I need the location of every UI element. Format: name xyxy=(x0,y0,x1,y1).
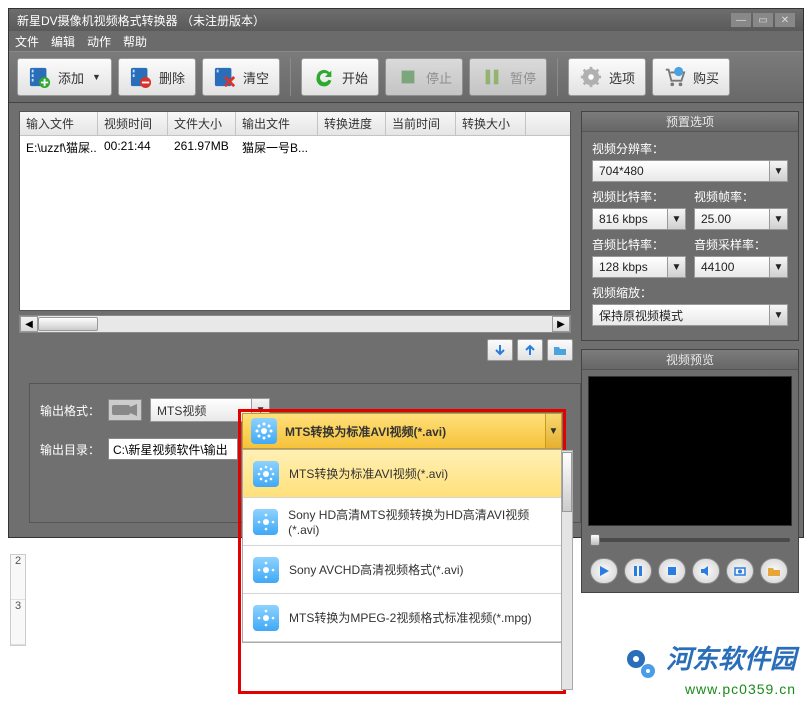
format-icon xyxy=(253,509,278,535)
open-folder-button[interactable] xyxy=(547,339,573,361)
clear-button[interactable]: 清空 xyxy=(202,58,280,96)
folder-button[interactable] xyxy=(760,558,788,584)
preset-panel: 预置选项 视频分辨率： 704*480▼ 视频比特率： 816 kbps▼ 视频… xyxy=(581,111,799,341)
scroll-right-icon[interactable]: ▶ xyxy=(552,316,570,332)
format-option[interactable]: MTS转换为标准AVI视频(*.avi) xyxy=(243,450,561,498)
output-format-label: 输出格式： xyxy=(40,402,100,419)
menu-help[interactable]: 帮助 xyxy=(123,33,147,50)
cart-icon xyxy=(663,65,687,89)
table-row[interactable]: E:\uzzf\猫屎... 00:21:44 261.97MB 猫屎一号B... xyxy=(20,136,570,159)
start-button[interactable]: 开始 xyxy=(301,58,379,96)
camcorder-icon xyxy=(108,399,142,421)
film-clear-icon xyxy=(213,65,237,89)
buy-button[interactable]: 购买 xyxy=(652,58,730,96)
move-down-button[interactable] xyxy=(487,339,513,361)
titlebar[interactable]: 新星DV摄像机视频格式转换器 （未注册版本） — ▭ ✕ xyxy=(9,9,803,31)
snapshot-button[interactable] xyxy=(726,558,754,584)
video-preview xyxy=(588,376,792,526)
chevron-down-icon: ▼ xyxy=(545,414,561,448)
scroll-left-icon[interactable]: ◀ xyxy=(20,316,38,332)
chevron-down-icon: ▼ xyxy=(667,209,685,229)
stop-button[interactable]: 停止 xyxy=(385,58,463,96)
preview-title: 视频预览 xyxy=(582,350,798,370)
menu-file[interactable]: 文件 xyxy=(15,33,39,50)
dropdown-arrow-icon: ▼ xyxy=(92,72,101,82)
column-duration[interactable]: 视频时间 xyxy=(98,112,168,135)
zoom-label: 视频缩放： xyxy=(592,284,788,301)
format-icon xyxy=(253,461,279,487)
delete-button[interactable]: 删除 xyxy=(118,58,196,96)
menubar: 文件 编辑 动作 帮助 xyxy=(9,31,803,51)
stop-preview-button[interactable] xyxy=(658,558,686,584)
add-button[interactable]: 添加▼ xyxy=(17,58,112,96)
abitrate-select[interactable]: 128 kbps▼ xyxy=(592,256,686,278)
menu-edit[interactable]: 编辑 xyxy=(51,33,75,50)
close-button[interactable]: ✕ xyxy=(775,13,795,27)
fps-label: 视频帧率： xyxy=(694,188,788,205)
watermark: 河东软件园 www.pc0359.cn xyxy=(624,639,796,697)
fps-select[interactable]: 25.00▼ xyxy=(694,208,788,230)
output-dir-input[interactable] xyxy=(108,438,238,460)
format-icon xyxy=(253,557,279,583)
vbitrate-label: 视频比特率： xyxy=(592,188,686,205)
toolbar: 添加▼ 删除 清空 开始 停止 暂停 选项 购买 xyxy=(9,51,803,103)
seek-slider[interactable] xyxy=(590,538,790,542)
format-option[interactable]: Sony HD高清MTS视频转换为HD高清AVI视频(*.avi) xyxy=(243,498,561,546)
chevron-down-icon: ▼ xyxy=(769,209,787,229)
pause-button[interactable]: 暂停 xyxy=(469,58,547,96)
window-title: 新星DV摄像机视频格式转换器 （未注册版本） xyxy=(17,12,265,29)
film-delete-icon xyxy=(129,65,153,89)
column-input[interactable]: 输入文件 xyxy=(20,112,98,135)
chevron-down-icon: ▼ xyxy=(769,161,787,181)
column-output[interactable]: 输出文件 xyxy=(236,112,318,135)
file-table: 输入文件 视频时间 文件大小 输出文件 转换进度 当前时间 转换大小 E:\uz… xyxy=(19,111,571,311)
table-header: 输入文件 视频时间 文件大小 输出文件 转换进度 当前时间 转换大小 xyxy=(20,112,570,136)
scroll-thumb[interactable] xyxy=(38,317,98,331)
format-icon xyxy=(251,418,277,444)
column-progress[interactable]: 转换进度 xyxy=(318,112,386,135)
preset-title: 预置选项 xyxy=(582,112,798,132)
watermark-url: www.pc0359.cn xyxy=(624,681,796,697)
format-option[interactable]: Sony AVCHD高清视频格式(*.avi) xyxy=(243,546,561,594)
dropdown-scrollbar[interactable] xyxy=(561,450,573,690)
gear-icon xyxy=(579,65,603,89)
horizontal-scrollbar[interactable]: ◀ ▶ xyxy=(19,315,571,333)
play-button[interactable] xyxy=(590,558,618,584)
asample-select[interactable]: 44100▼ xyxy=(694,256,788,278)
options-button[interactable]: 选项 xyxy=(568,58,646,96)
resolution-select[interactable]: 704*480▼ xyxy=(592,160,788,182)
stop-icon xyxy=(396,65,420,89)
output-dir-label: 输出目录： xyxy=(40,441,100,458)
format-option[interactable]: MTS转换为MPEG-2视频格式标准视频(*.mpg) xyxy=(243,594,561,642)
chevron-down-icon: ▼ xyxy=(667,257,685,277)
slider-thumb[interactable] xyxy=(590,534,600,546)
volume-button[interactable] xyxy=(692,558,720,584)
maximize-button[interactable]: ▭ xyxy=(753,13,773,27)
vbitrate-select[interactable]: 816 kbps▼ xyxy=(592,208,686,230)
chevron-down-icon: ▼ xyxy=(769,257,787,277)
pause-icon xyxy=(480,65,504,89)
scroll-thumb[interactable] xyxy=(562,452,572,512)
zoom-select[interactable]: 保持原视频模式▼ xyxy=(592,304,788,326)
column-outsize[interactable]: 转换大小 xyxy=(456,112,526,135)
refresh-icon xyxy=(312,65,336,89)
preview-panel: 视频预览 xyxy=(581,349,799,593)
background-strip: 2 3 xyxy=(10,554,26,646)
asample-label: 音频采样率： xyxy=(694,236,788,253)
format-icon xyxy=(253,605,279,631)
resolution-label: 视频分辨率： xyxy=(592,140,788,157)
column-size[interactable]: 文件大小 xyxy=(168,112,236,135)
film-add-icon xyxy=(28,65,52,89)
format-list: MTS转换为标准AVI视频(*.avi) Sony HD高清MTS视频转换为HD… xyxy=(242,449,562,643)
abitrate-label: 音频比特率： xyxy=(592,236,686,253)
minimize-button[interactable]: — xyxy=(731,13,751,27)
pause-preview-button[interactable] xyxy=(624,558,652,584)
column-current[interactable]: 当前时间 xyxy=(386,112,456,135)
format-select[interactable]: MTS转换为标准AVI视频(*.avi) ▼ xyxy=(242,413,562,449)
move-up-button[interactable] xyxy=(517,339,543,361)
chevron-down-icon: ▼ xyxy=(769,305,787,325)
menu-action[interactable]: 动作 xyxy=(87,33,111,50)
watermark-gear-icon xyxy=(624,647,658,681)
